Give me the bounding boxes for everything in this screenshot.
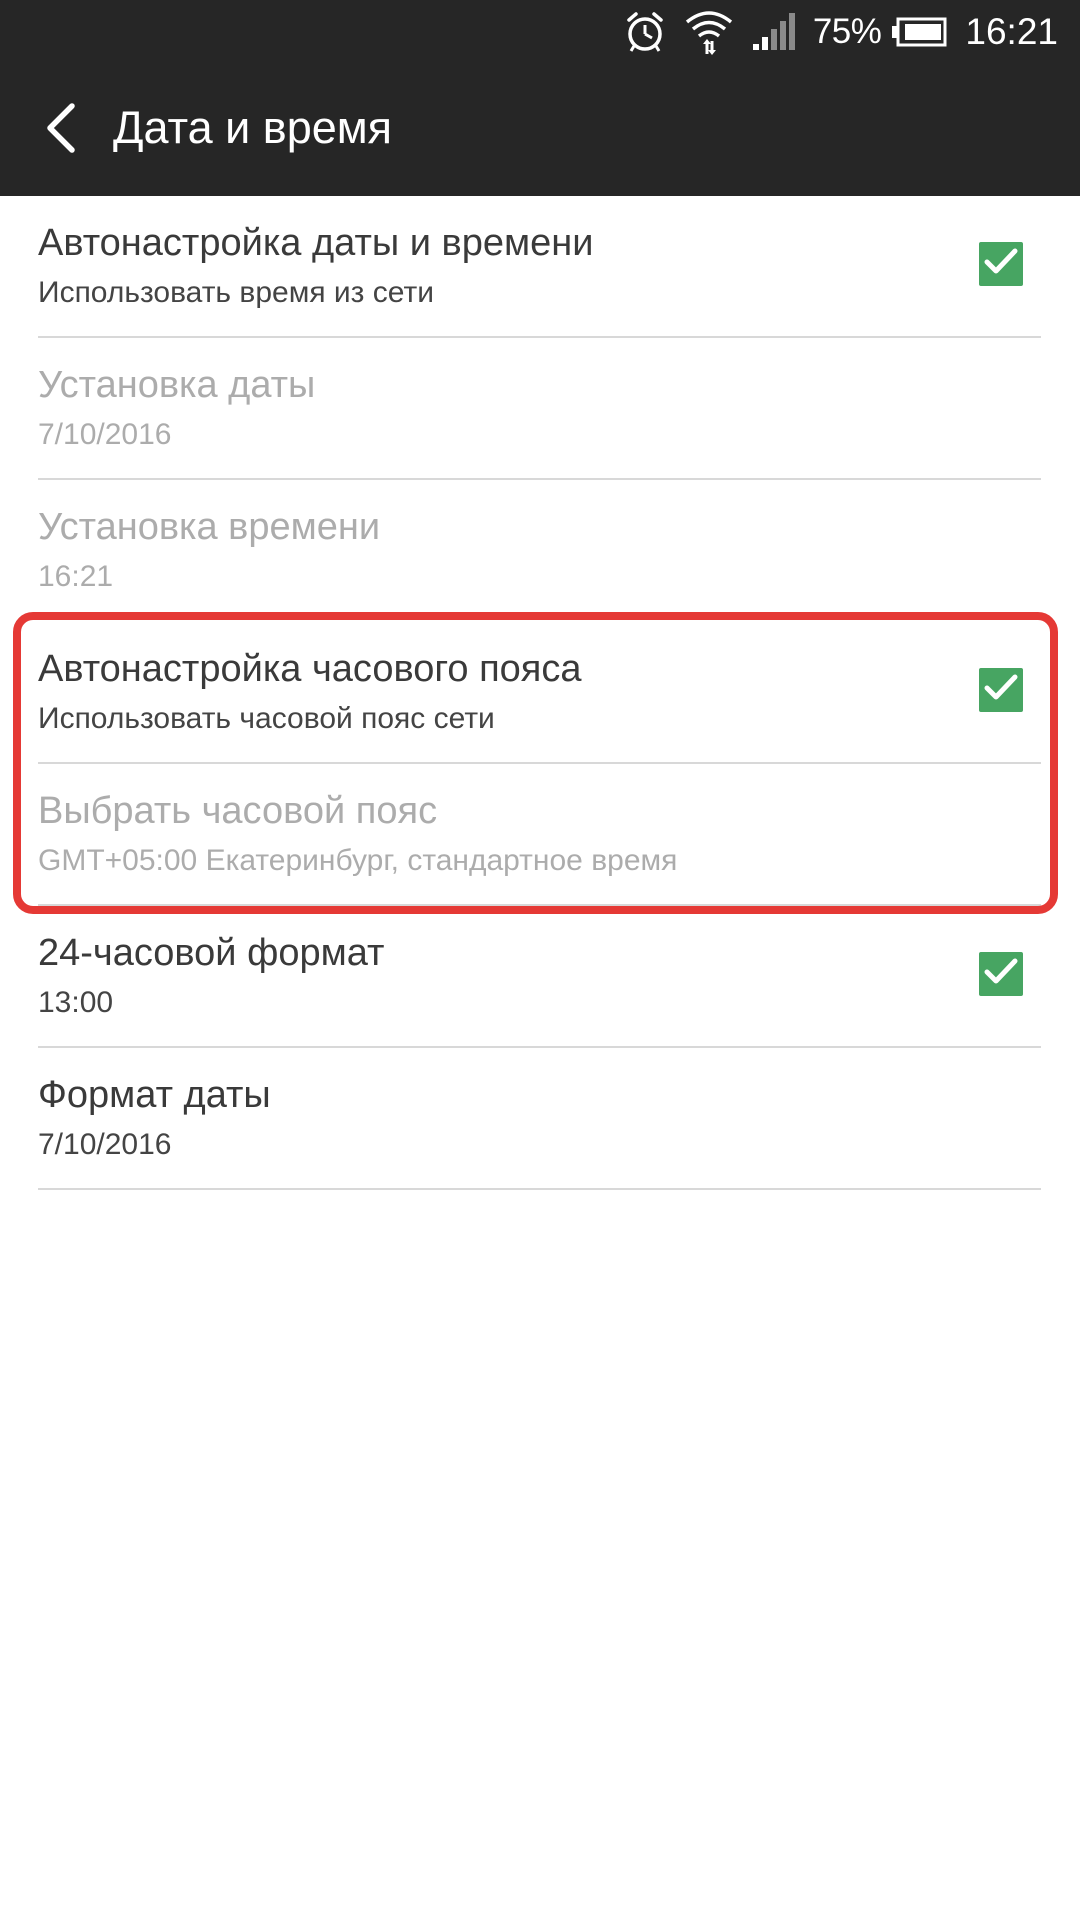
setting-title: Автонастройка часового пояса [38, 648, 582, 690]
setting-title: Установка даты [38, 364, 316, 406]
setting-subtitle: 7/10/2016 [38, 418, 172, 451]
setting-subtitle: Использовать часовой пояс сети [38, 702, 495, 735]
app-bar: Дата и время [0, 64, 1080, 196]
setting-date-format[interactable]: Формат даты 7/10/2016 [0, 1048, 1080, 1190]
setting-title: Установка времени [38, 506, 381, 548]
auto-date-time-checkbox[interactable] [979, 242, 1023, 286]
auto-time-zone-checkbox[interactable] [979, 668, 1023, 712]
status-icons: 75% 16:21 [623, 0, 1058, 64]
back-arrow-icon [40, 102, 80, 159]
setting-title: 24-часовой формат [38, 932, 385, 974]
signal-icon [751, 12, 797, 52]
checkmark-icon [983, 673, 1019, 708]
setting-set-time[interactable]: Установка времени 16:21 [0, 480, 1080, 622]
battery-percentage: 75% [812, 12, 882, 51]
wifi-icon [683, 8, 735, 56]
setting-title: Автонастройка даты и времени [38, 222, 594, 264]
setting-title: Выбрать часовой пояс [38, 790, 438, 832]
alarm-icon [623, 10, 667, 54]
setting-subtitle: 7/10/2016 [38, 1128, 172, 1161]
setting-title: Формат даты [38, 1074, 271, 1116]
checkmark-icon [983, 247, 1019, 282]
24-hour-format-checkbox[interactable] [979, 952, 1023, 996]
settings-list: Автонастройка даты и времени Использоват… [0, 196, 1080, 1190]
status-bar: 75% 16:21 [0, 0, 1080, 64]
setting-subtitle: 13:00 [38, 986, 114, 1019]
setting-select-time-zone[interactable]: Выбрать часовой пояс GMT+05:00 Екатеринб… [0, 764, 1080, 906]
divider [38, 1188, 1041, 1190]
setting-24-hour-format[interactable]: 24-часовой формат 13:00 [0, 906, 1080, 1048]
setting-subtitle: Использовать время из сети [38, 276, 434, 309]
setting-auto-date-time[interactable]: Автонастройка даты и времени Использоват… [0, 196, 1080, 338]
setting-subtitle: GMT+05:00 Екатеринбург, стандартное врем… [38, 844, 678, 877]
back-button[interactable] [28, 98, 92, 162]
setting-auto-time-zone[interactable]: Автонастройка часового пояса Использоват… [0, 622, 1080, 764]
setting-set-date[interactable]: Установка даты 7/10/2016 [0, 338, 1080, 480]
setting-subtitle: 16:21 [38, 560, 114, 593]
page-title: Дата и время [113, 102, 393, 153]
checkmark-icon [983, 957, 1019, 992]
battery-icon [891, 17, 947, 47]
status-clock: 16:21 [965, 11, 1058, 52]
